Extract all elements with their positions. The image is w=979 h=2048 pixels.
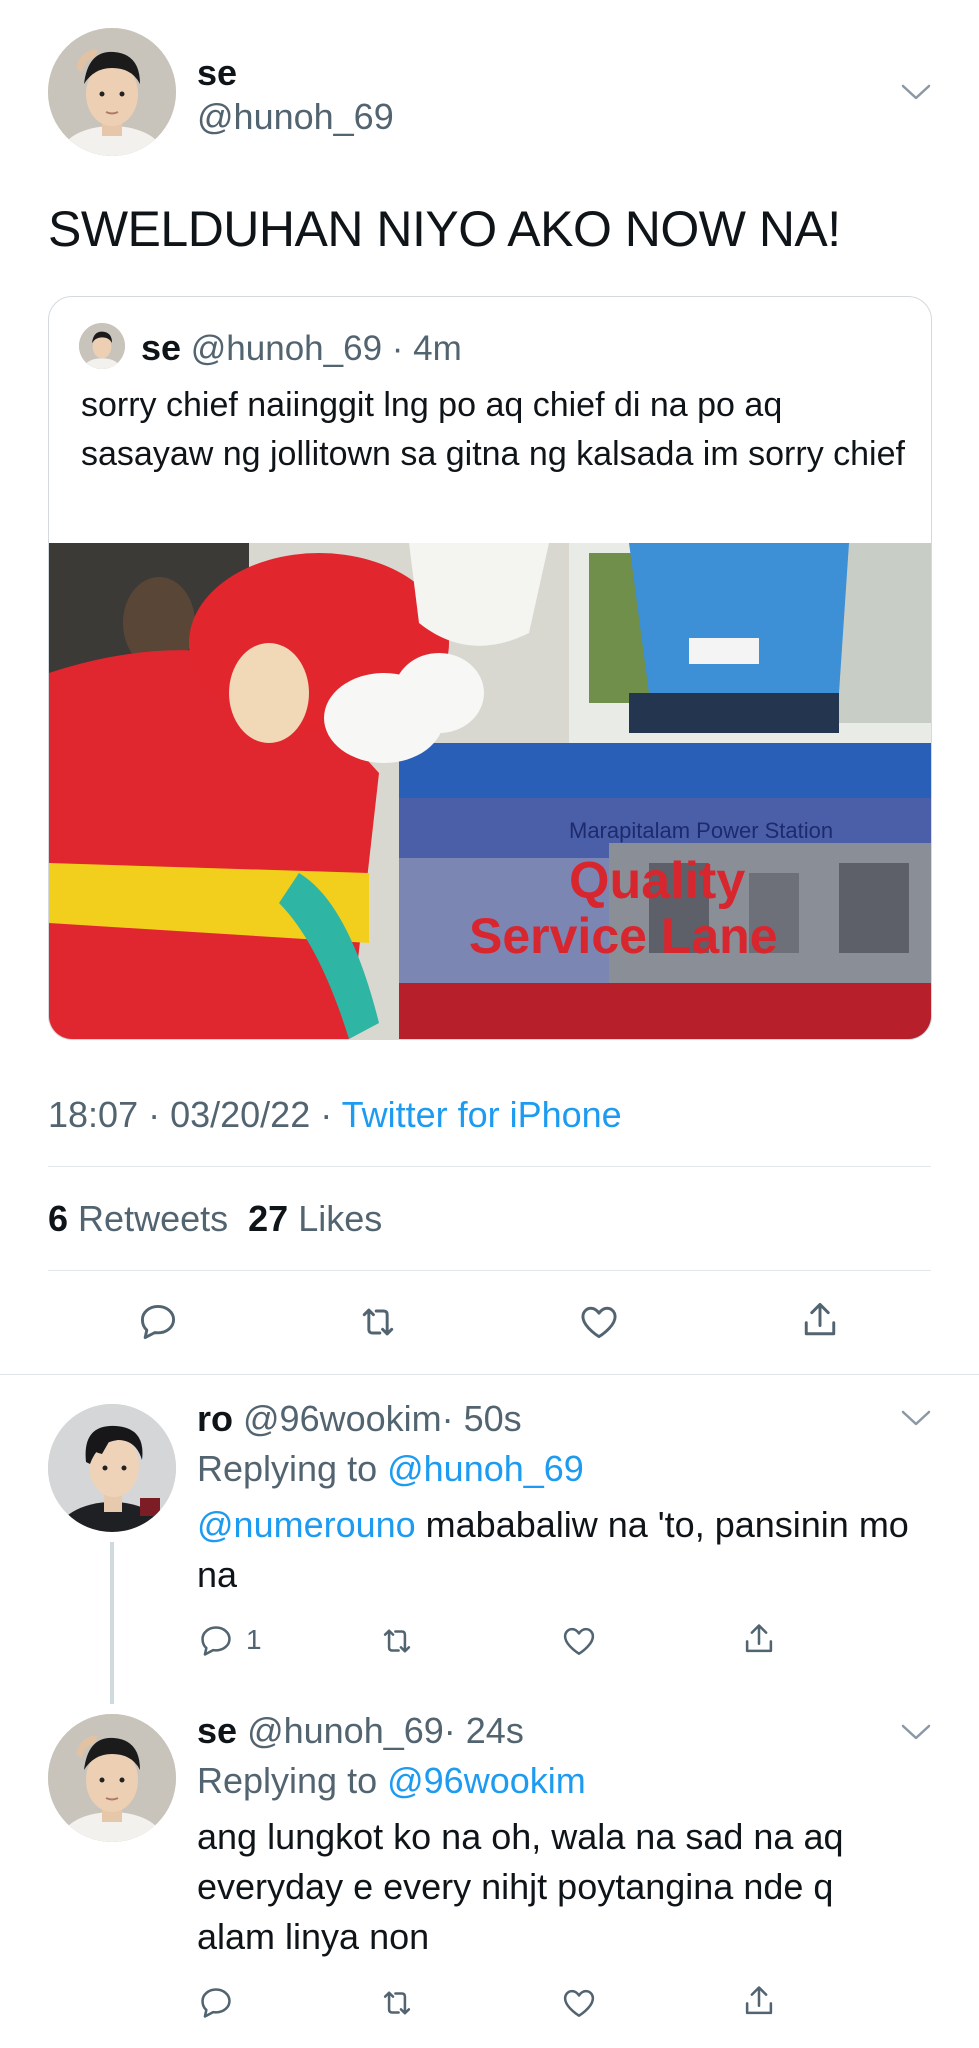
- retweet-icon[interactable]: [378, 1622, 416, 1660]
- tweet-meta: 18:07 · 03/20/22 · Twitter for iPhone: [48, 1094, 622, 1136]
- reply-header: ro @96wookim· 50s: [197, 1398, 522, 1440]
- section-divider: [0, 1374, 979, 1375]
- reply-author-name[interactable]: ro: [197, 1398, 233, 1439]
- reply-author-name[interactable]: se: [197, 1710, 237, 1751]
- quoted-author-avatar: [79, 323, 125, 369]
- reply-icon[interactable]: [197, 1984, 235, 2022]
- quoted-tweet-time: · 4m: [391, 329, 462, 368]
- reply-icon[interactable]: [197, 1622, 235, 1660]
- replying-to-line: Replying to @hunoh_69: [197, 1448, 584, 1490]
- quoted-author-name: se: [141, 327, 182, 368]
- image-sign-line1: Marapitalam Power Station: [569, 818, 833, 843]
- share-icon[interactable]: [798, 1298, 842, 1342]
- image-sign-line3: Service Lane: [469, 908, 778, 964]
- mention-link[interactable]: @numerouno: [197, 1504, 416, 1545]
- replying-to-link[interactable]: @hunoh_69: [387, 1448, 584, 1489]
- retweets-count: 6: [48, 1198, 69, 1239]
- chevron-down-icon[interactable]: [900, 82, 932, 107]
- tweet-client-link[interactable]: Twitter for iPhone: [342, 1094, 622, 1135]
- quoted-author-handle: @hunoh_69: [190, 329, 383, 368]
- like-icon[interactable]: [560, 1984, 598, 2022]
- reply-time: · 50s: [441, 1398, 522, 1439]
- divider: [48, 1166, 931, 1167]
- retweet-icon[interactable]: [356, 1300, 400, 1344]
- thread-line: [110, 1542, 114, 1704]
- reply-time: · 24s: [443, 1710, 524, 1751]
- reply-author-avatar[interactable]: [48, 1714, 176, 1842]
- replying-to-line: Replying to @96wookim: [197, 1760, 586, 1802]
- likes-stat[interactable]: 27 Likes: [248, 1198, 382, 1239]
- divider: [48, 1270, 931, 1271]
- reply-author-handle[interactable]: @hunoh_69: [247, 1710, 444, 1751]
- reply-author-avatar[interactable]: [48, 1404, 176, 1532]
- quoted-tweet-text: sorry chief naiinggit lng po aq chief di…: [81, 386, 905, 473]
- tweet-text: SWELDUHAN NIYO AKO NOW NA!: [48, 201, 841, 257]
- share-icon[interactable]: [740, 1982, 778, 2020]
- retweets-stat[interactable]: 6 Retweets: [48, 1198, 228, 1239]
- image-sign-line2: Quality: [569, 852, 745, 910]
- reply-text: @numerouno mababaliw na 'to, pansinin mo…: [197, 1500, 917, 1600]
- reply-header: se @hunoh_69· 24s: [197, 1710, 524, 1752]
- share-icon[interactable]: [740, 1620, 778, 1658]
- likes-count: 27: [248, 1198, 289, 1239]
- chevron-down-icon[interactable]: [900, 1722, 932, 1747]
- replying-to-link[interactable]: @96wookim: [387, 1760, 586, 1801]
- chevron-down-icon[interactable]: [900, 1408, 932, 1433]
- reply-author-handle[interactable]: @96wookim: [243, 1398, 442, 1439]
- replying-label: Replying to: [197, 1760, 388, 1801]
- quoted-tweet-image[interactable]: Marapitalam Power Station Quality Servic…: [49, 543, 931, 1039]
- retweet-icon[interactable]: [378, 1984, 416, 2022]
- replying-label: Replying to: [197, 1448, 388, 1489]
- reply-icon[interactable]: [136, 1300, 180, 1344]
- like-icon[interactable]: [560, 1622, 598, 1660]
- tweet-stats: 6 Retweets 27 Likes: [48, 1198, 382, 1240]
- retweets-label: Retweets: [78, 1198, 229, 1239]
- author-handle[interactable]: @hunoh_69: [197, 96, 394, 138]
- quoted-tweet-header: se @hunoh_69 · 4m: [141, 327, 462, 369]
- quoted-tweet-card[interactable]: se @hunoh_69 · 4m sorry chief naiinggit …: [48, 296, 932, 1040]
- author-name[interactable]: se: [197, 52, 237, 94]
- likes-label: Likes: [298, 1198, 383, 1239]
- like-icon[interactable]: [577, 1300, 621, 1344]
- reply-body: ang lungkot ko na oh, wala na sad na aq …: [197, 1816, 844, 1957]
- reply-count: 1: [246, 1624, 262, 1655]
- author-avatar[interactable]: [48, 28, 176, 156]
- tweet-timestamp: 18:07 · 03/20/22 ·: [48, 1094, 342, 1135]
